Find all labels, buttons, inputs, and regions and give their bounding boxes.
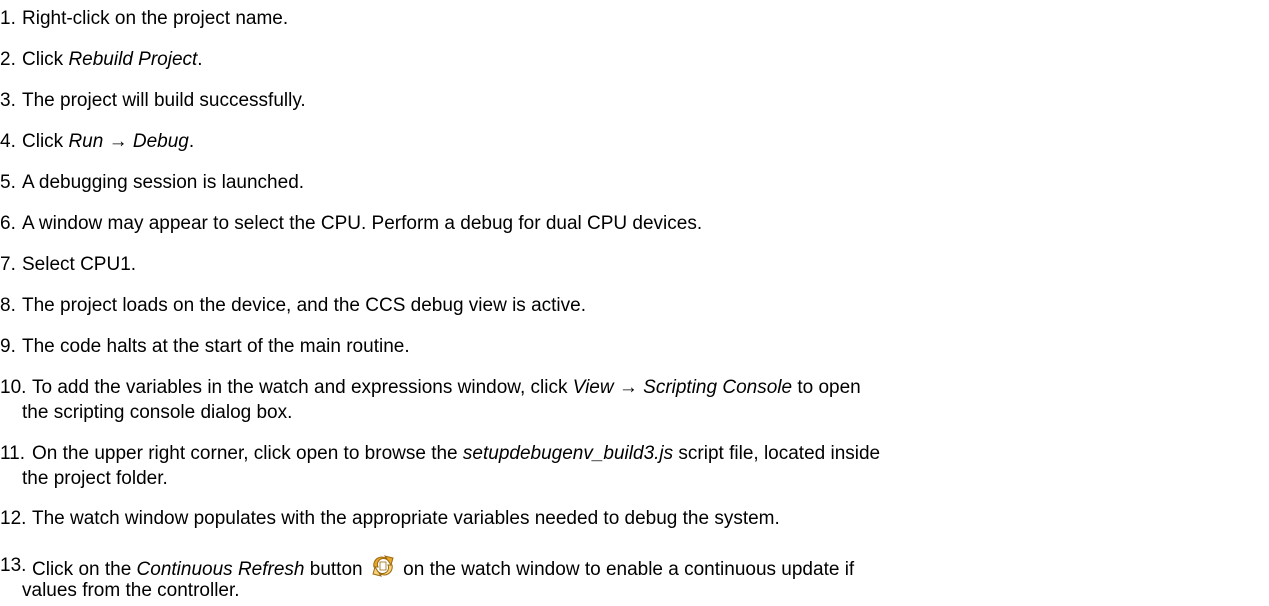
step-continuation: values from the controller. [22, 580, 240, 601]
step-text-part: . [197, 49, 203, 70]
step-text-part: Click on the [32, 559, 137, 580]
step-text: Select CPU1. [22, 254, 137, 275]
step-text-part: button [304, 559, 363, 580]
step-number: 12. [0, 508, 27, 529]
step-continuation: the scripting console dialog box. [22, 402, 293, 423]
step-number: 13. [0, 555, 27, 576]
step-text-part: Click [22, 49, 69, 70]
step-number: 8. [0, 295, 16, 316]
step-number: 11. [0, 443, 26, 464]
step-text: Right-click on the project name. [22, 8, 289, 29]
menu-command: Rebuild Project [68, 49, 198, 70]
continuous-refresh-icon [370, 553, 396, 579]
step-text: Click Run → Debug. [22, 129, 194, 155]
step-text: A window may appear to select the CPU. P… [22, 213, 703, 234]
step-text-part: Click [22, 131, 69, 152]
step-number: 3. [0, 90, 16, 111]
step-number: 5. [0, 172, 16, 193]
step-number: 6. [0, 213, 16, 234]
step-text-part: to open [792, 377, 861, 398]
step-text: Click Rebuild Project. [22, 47, 203, 73]
step-number: 4. [0, 131, 16, 152]
step-number: 9. [0, 336, 16, 357]
button-name: Continuous Refresh [136, 559, 305, 580]
step-number: 7. [0, 254, 16, 275]
menu-command: View → Scripting Console [572, 377, 793, 398]
step-text: The project will build successfully. [22, 90, 306, 111]
step-continuation: the project folder. [22, 468, 168, 489]
step-text-part: . [188, 131, 195, 152]
step-text-part: on the watch window to enable a continuo… [397, 559, 855, 580]
step-text: The watch window populates with the appr… [32, 508, 780, 529]
menu-command: Run → Debug [68, 131, 189, 152]
step-number: 10. [0, 377, 27, 398]
step-text: On the upper right corner, click open to… [32, 441, 880, 467]
file-name: setupdebugenv_build3.js [462, 443, 674, 464]
step-number: 2. [0, 49, 16, 70]
step-text: The project loads on the device, and the… [22, 295, 586, 316]
step-text-part: On the upper right corner, click open to… [32, 443, 463, 464]
step-text: To add the variables in the watch and ex… [32, 375, 861, 401]
step-text: A debugging session is launched. [22, 172, 305, 193]
step-text: The code halts at the start of the main … [22, 336, 410, 357]
step-text-part: script file, located inside [673, 443, 881, 464]
step-number: 1. [0, 8, 16, 29]
step-text-part: To add the variables in the watch and ex… [32, 377, 573, 398]
